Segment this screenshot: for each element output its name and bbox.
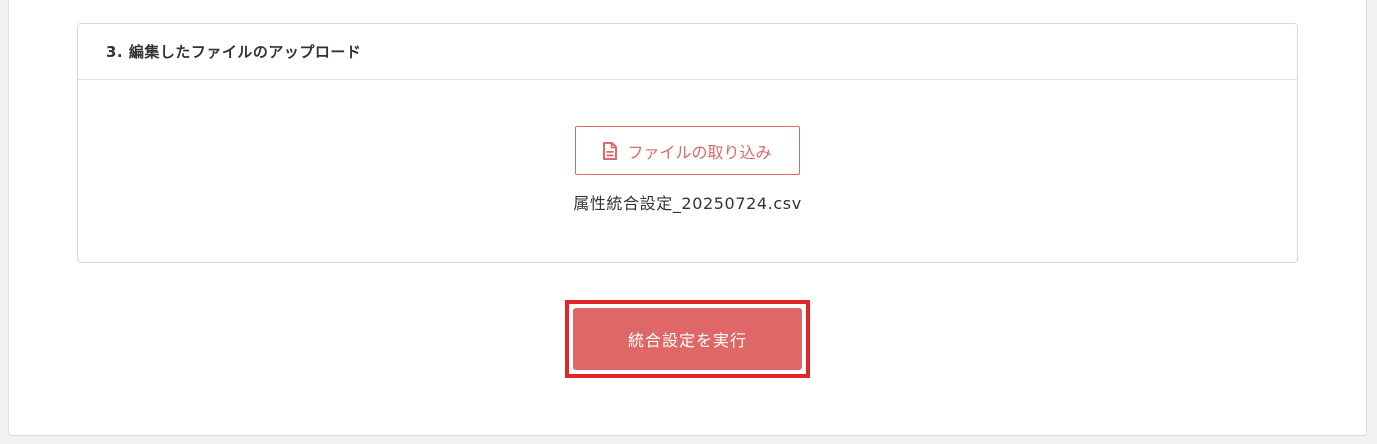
file-import-button-label: ファイルの取り込み <box>627 142 772 162</box>
execute-merge-settings-button[interactable]: 統合設定を実行 <box>573 308 802 370</box>
file-icon <box>603 141 618 160</box>
upload-section-title: 3. 編集したファイルのアップロード <box>106 43 362 61</box>
upload-section-body: ファイルの取り込み 属性統合設定_20250724.csv <box>78 80 1297 263</box>
selected-file-name: 属性統合設定_20250724.csv <box>573 194 802 213</box>
file-import-button[interactable]: ファイルの取り込み <box>575 126 800 175</box>
upload-section-card: 3. 編集したファイルのアップロード ファイルの取り込み 属性統合設定_2025… <box>77 23 1298 263</box>
execute-button-highlight: 統合設定を実行 <box>565 300 810 378</box>
upload-section-header: 3. 編集したファイルのアップロード <box>78 24 1297 80</box>
